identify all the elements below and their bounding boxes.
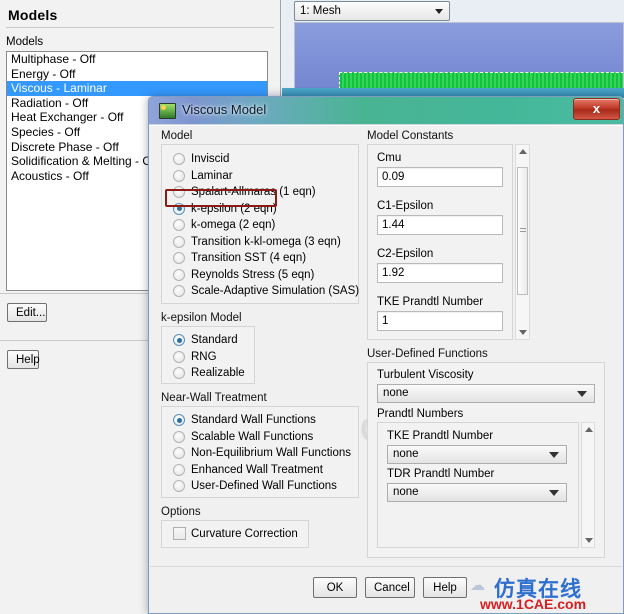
nearwall-radio-option[interactable]: User-Defined Wall Functions — [173, 479, 337, 493]
ke-group-label: k-epsilon Model — [161, 312, 242, 324]
constant-input[interactable]: 1 — [377, 311, 503, 331]
nearwall-radio-option[interactable]: Non-Equilibrium Wall Functions — [173, 446, 351, 460]
constant-label: TKE Prandtl Number — [377, 296, 484, 308]
chevron-down-icon — [549, 452, 559, 458]
model-radio-option[interactable]: Transition k-kl-omega (3 eqn) — [173, 235, 341, 249]
prandtl-group-label: Prandtl Numbers — [377, 408, 464, 420]
dialog-body: 1CAE.COM Model InviscidLaminarSpalart-Al… — [149, 125, 623, 613]
model-radio-option[interactable]: Transition SST (4 eqn) — [173, 251, 306, 265]
model-radio-option[interactable]: Reynolds Stress (5 eqn) — [173, 268, 314, 282]
prandtl-label: TDR Prandtl Number — [387, 468, 495, 480]
dialog-title: Viscous Model — [182, 102, 267, 117]
dialog-help-button[interactable]: Help — [423, 577, 467, 598]
chevron-down-icon — [577, 391, 587, 397]
cancel-button[interactable]: Cancel — [365, 577, 415, 598]
nearwall-radio-option[interactable]: Standard Wall Functions — [173, 413, 316, 427]
edit-button[interactable]: Edit... — [7, 303, 47, 322]
ke-radio-option[interactable]: Realizable — [173, 366, 245, 380]
viscous-model-dialog: Viscous Model x 1CAE.COM Model InviscidL… — [148, 96, 624, 614]
turbulent-viscosity-label: Turbulent Viscosity — [377, 369, 474, 381]
prandtl-scrollbar[interactable] — [581, 422, 595, 548]
model-radio-option[interactable]: Laminar — [173, 169, 233, 183]
scroll-down-icon[interactable] — [585, 538, 593, 543]
constant-input[interactable]: 1.44 — [377, 215, 503, 235]
chevron-down-icon — [549, 490, 559, 496]
turbulent-viscosity-value: none — [383, 387, 409, 399]
model-radio-option[interactable]: Scale-Adaptive Simulation (SAS) — [173, 284, 359, 298]
constant-input[interactable]: 0.09 — [377, 167, 503, 187]
model-radio-option[interactable]: Spalart-Allmaras (1 eqn) — [173, 185, 316, 199]
options-group-label: Options — [161, 506, 201, 518]
chevron-down-icon — [435, 9, 443, 14]
turbulent-viscosity-combo[interactable]: none — [377, 384, 595, 403]
mesh-view-combo[interactable]: 1: Mesh — [294, 1, 450, 21]
model-radio-option[interactable]: Inviscid — [173, 152, 229, 166]
models-list-item[interactable]: Multiphase - Off — [7, 52, 267, 67]
close-icon[interactable]: x — [573, 98, 620, 120]
panel-help-button[interactable]: Help — [7, 350, 40, 369]
footer-divider — [150, 566, 622, 567]
mesh-view-combo-value: 1: Mesh — [300, 5, 341, 17]
nearwall-group-label: Near-Wall Treatment — [161, 392, 267, 404]
scroll-down-icon[interactable] — [519, 330, 527, 335]
page-title: Models — [8, 7, 58, 23]
ke-radio-option[interactable]: RNG — [173, 350, 217, 364]
scroll-up-icon[interactable] — [585, 427, 593, 432]
curvature-correction-checkbox[interactable]: Curvature Correction — [173, 527, 298, 541]
constant-label: Cmu — [377, 152, 402, 164]
model-radio-option[interactable]: k-epsilon (2 eqn) — [173, 202, 277, 216]
scrollbar-grip-icon — [520, 228, 526, 234]
prandtl-combo[interactable]: none — [387, 445, 567, 464]
prandtl-combo-value: none — [393, 486, 419, 498]
models-list-item[interactable]: Energy - Off — [7, 67, 267, 82]
ok-button[interactable]: OK — [313, 577, 357, 598]
model-radio-option[interactable]: k-omega (2 eqn) — [173, 218, 275, 232]
nearwall-radio-option[interactable]: Enhanced Wall Treatment — [173, 463, 323, 477]
constant-input[interactable]: 1.92 — [377, 263, 503, 283]
graphics-canvas[interactable] — [294, 22, 624, 98]
ke-radio-option[interactable]: Standard — [173, 333, 238, 347]
prandtl-combo-value: none — [393, 448, 419, 460]
constant-label: C1-Epsilon — [377, 200, 434, 212]
model-group-label: Model — [161, 130, 193, 142]
constants-scrollbar[interactable] — [515, 144, 530, 340]
models-list-item[interactable]: Viscous - Laminar — [7, 81, 267, 96]
models-list-label: Models — [6, 36, 44, 48]
prandtl-label: TKE Prandtl Number — [387, 430, 494, 442]
graphics-pane: 1: Mesh — [282, 0, 624, 98]
title-divider — [6, 27, 274, 28]
scrollbar-thumb[interactable] — [517, 167, 528, 295]
prandtl-combo[interactable]: none — [387, 483, 567, 502]
application-icon — [159, 103, 176, 119]
nearwall-radio-option[interactable]: Scalable Wall Functions — [173, 430, 313, 444]
constants-group-label: Model Constants — [367, 130, 454, 142]
dialog-title-bar[interactable]: Viscous Model x — [149, 97, 623, 125]
udf-group-label: User-Defined Functions — [367, 348, 488, 360]
scroll-up-icon[interactable] — [519, 149, 527, 154]
constant-label: C2-Epsilon — [377, 248, 434, 260]
